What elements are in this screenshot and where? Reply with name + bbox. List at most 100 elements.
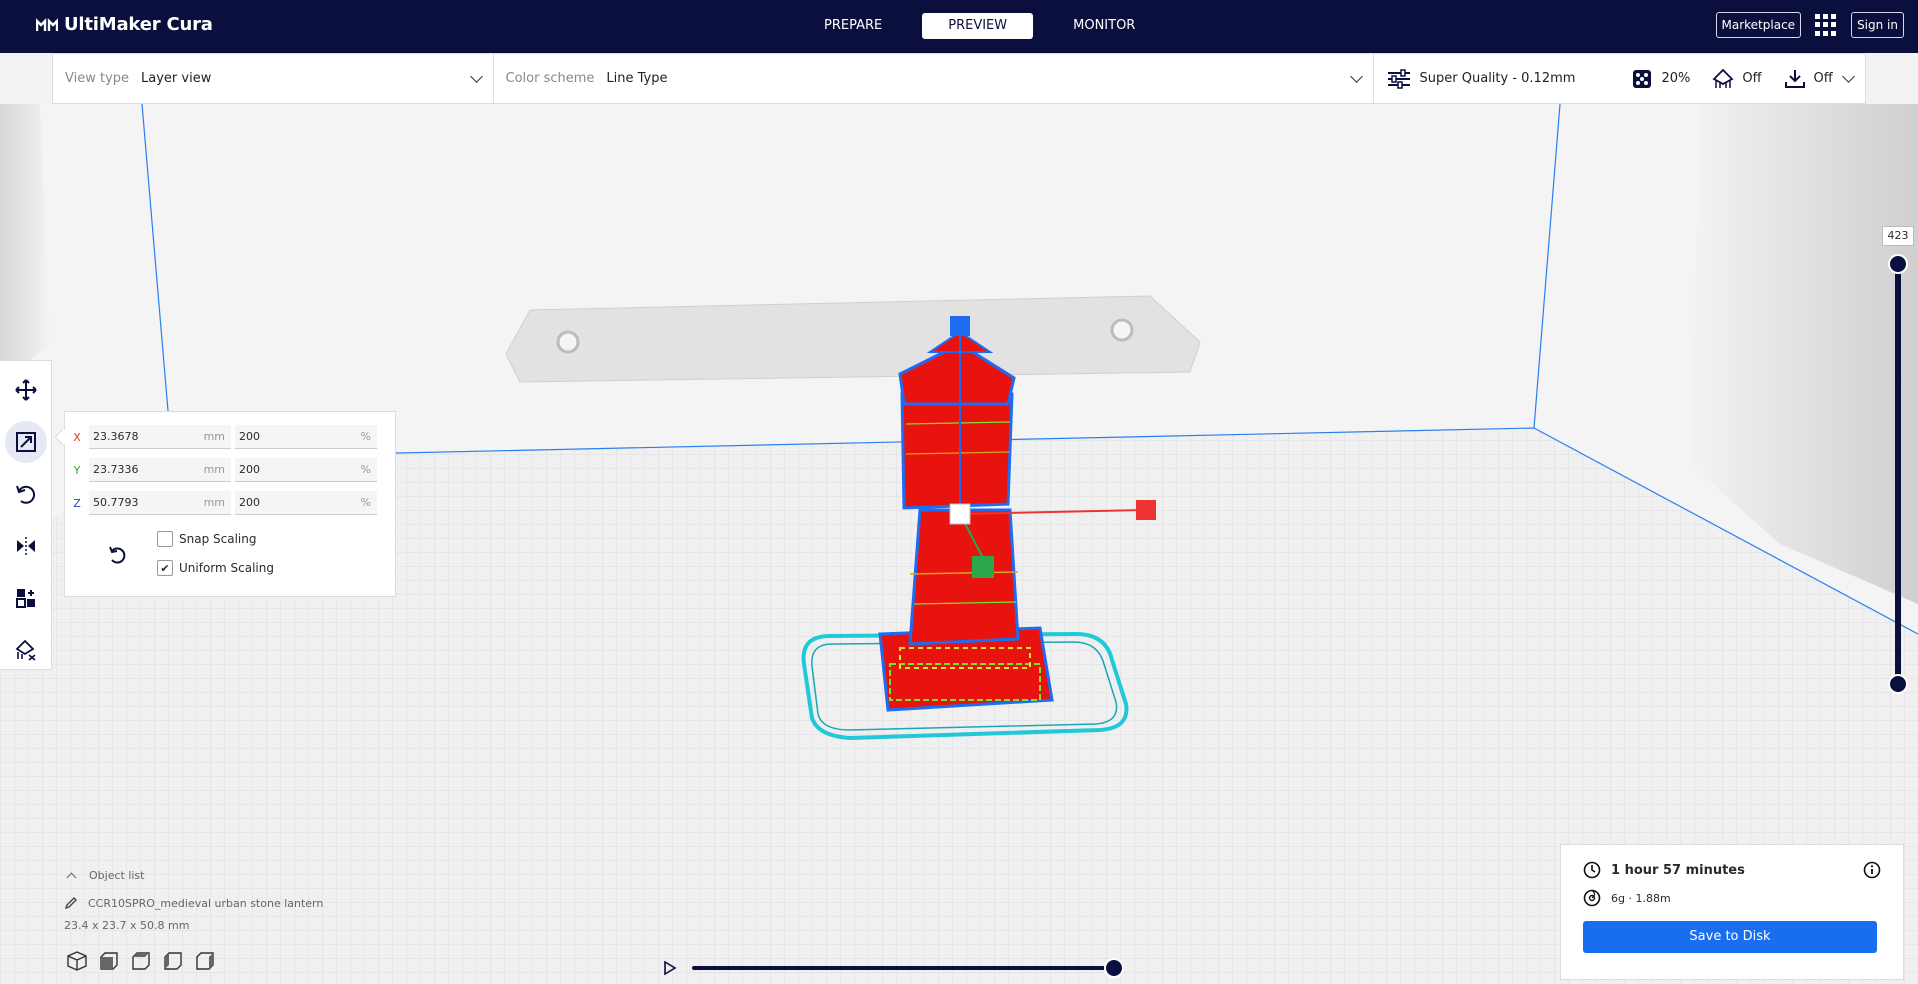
simulation-track[interactable] [692,966,1112,970]
z-axis-label: Z [73,496,81,510]
spool-icon [1583,889,1601,907]
support-icon [1712,68,1734,88]
object-list-item[interactable]: CCR10SPRO_medieval urban stone lantern [64,892,444,914]
infill-value: 20% [1661,71,1691,86]
camera-view-buttons [66,950,216,972]
view-type-dropdown[interactable]: View type Layer view [53,54,493,103]
sign-in-button[interactable]: Sign in [1851,12,1904,38]
simulation-handle[interactable] [1104,958,1124,978]
scale-panel: X 23.3678 mm 200% Y 23.7336 mm 200% Z 50.7… [64,411,396,597]
layer-slider-track[interactable] [1895,262,1901,688]
z-percent-field[interactable]: 200% [235,491,377,515]
view-type-value: Layer view [141,71,212,86]
object-list-label: Object list [89,868,145,882]
object-name: CCR10SPRO_medieval urban stone lantern [88,896,324,910]
scale-row-z: Z 50.7793 mm 200% [65,490,377,516]
scale-tool-button[interactable] [5,421,47,463]
tab-preview[interactable]: PREVIEW [922,13,1034,39]
print-settings-dropdown[interactable]: Super Quality - 0.12mm 20% Off Off [1372,54,1865,103]
support-blocker-icon [15,639,36,661]
object-list-header[interactable]: Object list [64,864,444,886]
view-settings-bar: View type Layer view Color scheme Line T… [52,53,1866,104]
adhesion-item: Off [1784,68,1833,90]
app-title: UltiMaker Cura [64,14,213,35]
stage-tabs: PREPARE PREVIEW MONITOR [800,13,1159,39]
y-mm-field[interactable]: 23.7336 mm [89,458,231,482]
material-row: 6g · 1.88m [1583,889,1671,907]
color-scheme-label: Color scheme [505,71,595,86]
material-usage: 6g · 1.88m [1611,891,1671,905]
mirror-icon [17,537,35,555]
left-view-icon[interactable] [162,950,184,972]
y-percent-field[interactable]: 200% [235,458,377,482]
scale-row-x: X 23.3678 mm 200% [65,424,377,450]
info-icon[interactable] [1863,861,1881,879]
adhesion-icon [1784,69,1805,88]
tool-sidebar [0,360,52,670]
app-logo: UltiMaker Cura [36,14,213,35]
tab-prepare[interactable]: PREPARE [800,13,906,39]
chevron-down-icon [1842,70,1855,83]
tab-monitor[interactable]: MONITOR [1049,13,1159,39]
move-icon [15,379,37,401]
pencil-icon[interactable] [64,896,78,910]
per-model-settings-icon [16,589,35,608]
chevron-up-icon [66,872,77,882]
play-icon[interactable] [662,960,678,976]
clock-icon [1583,861,1601,879]
layer-number[interactable]: 423 [1882,226,1914,246]
object-dimensions: 23.4 x 23.7 x 50.8 mm [64,918,190,932]
front-view-icon[interactable] [98,950,120,972]
layer-slider-top-handle[interactable] [1888,254,1908,274]
mirror-tool-button[interactable] [5,525,47,567]
uniform-scaling-checkbox[interactable]: ✔ Uniform Scaling [157,560,274,576]
rotate-tool-button[interactable] [5,473,47,515]
color-scheme-value: Line Type [606,71,668,86]
support-blocker-button[interactable] [5,629,47,671]
simulation-bar [662,958,1124,978]
right-view-icon[interactable] [194,950,216,972]
move-tool-button[interactable] [5,369,47,411]
quality-item: Super Quality - 0.12mm [1386,68,1576,90]
save-to-disk-button[interactable]: Save to Disk [1583,921,1877,953]
layer-slider-bottom-handle[interactable] [1888,674,1908,694]
snap-scaling-box[interactable] [157,531,173,547]
infill-item: 20% [1631,68,1690,90]
chevron-down-icon [1349,70,1363,83]
quality-value: Super Quality - 0.12mm [1419,71,1576,86]
uniform-scaling-box[interactable]: ✔ [157,560,173,576]
print-time: 1 hour 57 minutes [1611,862,1745,878]
uniform-scale-handle [949,503,971,525]
print-time-row: 1 hour 57 minutes [1583,861,1883,879]
x-percent-field[interactable]: 200% [235,425,377,449]
print-output-panel: 1 hour 57 minutes 6g · 1.88m Save to Dis… [1560,844,1904,980]
3d-view-icon[interactable] [66,950,88,972]
y-scale-handle [972,556,994,578]
z-scale-handle [950,316,970,336]
apps-grid-icon[interactable] [1815,14,1837,36]
x-mm-field[interactable]: 23.3678 mm [89,425,231,449]
top-right-actions: Marketplace Sign in [1715,12,1904,38]
uniform-scaling-label: Uniform Scaling [179,561,274,575]
layer-slider[interactable]: 423 [1880,226,1916,696]
sliders-icon [1387,68,1410,89]
marketplace-button[interactable]: Marketplace [1715,12,1802,38]
top-view-icon[interactable] [130,950,152,972]
scale-row-y: Y 23.7336 mm 200% [65,457,377,483]
top-bar: UltiMaker Cura PREPARE PREVIEW MONITOR M… [0,0,1918,53]
reset-icon[interactable] [107,544,129,566]
infill-icon [1633,69,1652,88]
adhesion-value: Off [1813,71,1833,86]
object-list: Object list CCR10SPRO_medieval urban sto… [64,864,444,936]
view-type-label: View type [65,71,130,86]
scale-icon [16,432,36,452]
z-mm-field[interactable]: 50.7793 mm [89,491,231,515]
rotate-icon [16,485,36,504]
snap-scaling-label: Snap Scaling [179,532,257,546]
ultimaker-logo-icon [36,17,58,31]
chevron-down-icon [469,70,483,83]
per-model-settings-button[interactable] [5,577,47,619]
snap-scaling-checkbox[interactable]: Snap Scaling [157,531,256,547]
support-item: Off [1712,68,1762,90]
color-scheme-dropdown[interactable]: Color scheme Line Type [492,54,1373,103]
